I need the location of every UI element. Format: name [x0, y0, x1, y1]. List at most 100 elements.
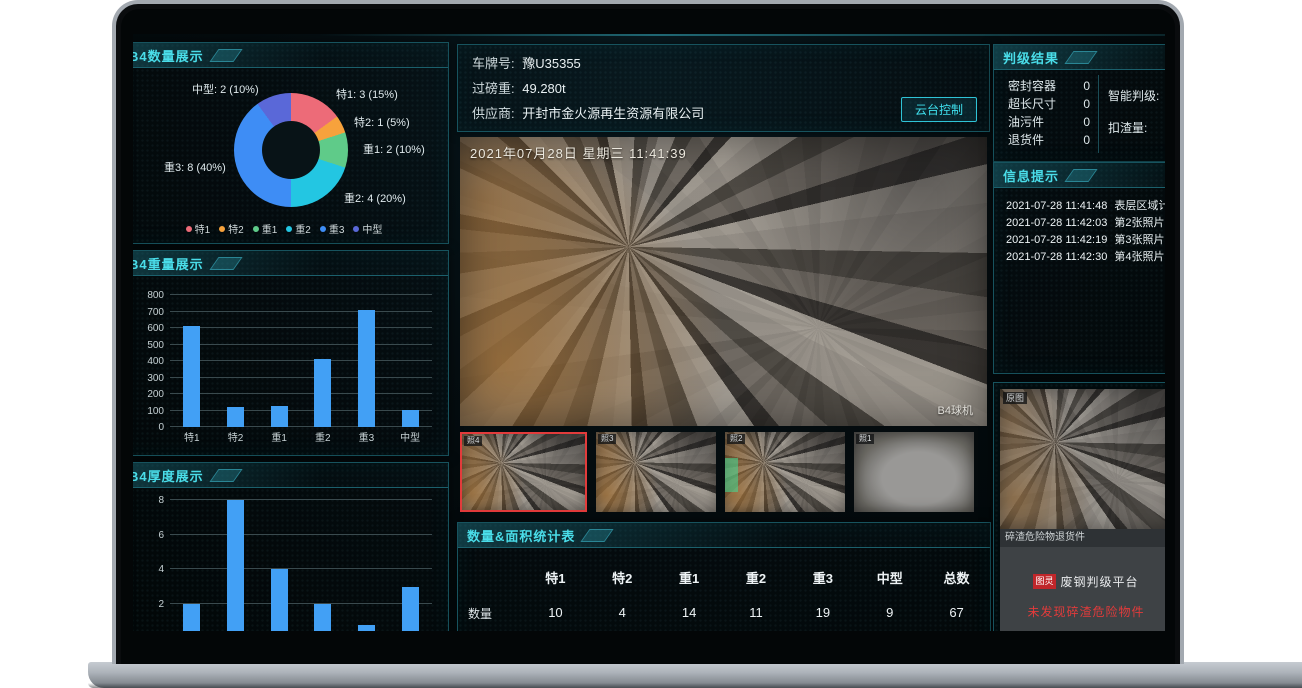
title-decoration — [1064, 169, 1097, 182]
x-axis-label: 特2 — [228, 429, 244, 444]
ptz-control-button[interactable]: 云台控制 — [901, 97, 977, 122]
bar — [227, 407, 244, 427]
legend-dot — [286, 226, 292, 232]
message-text: 第3张照片表层开始计算 — [1114, 234, 1165, 246]
title-decoration — [209, 469, 242, 482]
message-time: 2021-07-28 11:41:48 — [1006, 200, 1107, 212]
legend-label: 重2 — [295, 221, 311, 236]
stats-table-panel: 数量&面积统计表 特1特2重1重2重3中型总数数量104141119967面积 — [457, 522, 991, 631]
grade-row: 油污件 0 — [1008, 113, 1090, 131]
bar — [358, 310, 375, 427]
supplier-value: 开封市金火源再生资源有限公司 — [522, 106, 704, 121]
y-axis-tick-label: 200 — [134, 389, 164, 400]
table-cell — [589, 630, 656, 631]
thumbnail-strip: 照4照3 照2 照1 — [460, 432, 980, 514]
grade-row: 超长尺寸0 — [1008, 95, 1090, 113]
grade-extra-label: 智能判级: — [1108, 85, 1159, 107]
thumbnail-photo[interactable]: 照2 — [725, 432, 845, 512]
stats-table-title: 数量&面积统计表 — [458, 523, 990, 548]
legend-item[interactable]: 重3 — [320, 221, 345, 236]
grade-value: 0 — [1083, 131, 1090, 149]
message-text: 第4张照片表层开始计算 — [1114, 251, 1165, 263]
brand-row: 图灵 废钢判级平台 — [1033, 573, 1138, 590]
donut-callout: 特2: 1 (5%) — [354, 114, 410, 130]
grade-extra-label: 扣渣量: — [1108, 117, 1159, 139]
legend-item[interactable]: 中型 — [353, 221, 382, 236]
bar-slot — [227, 493, 244, 631]
donut-callout: 重3: 8 (40%) — [164, 159, 226, 175]
table-cell: 19 — [789, 597, 856, 630]
table-cell — [522, 630, 589, 631]
bar — [402, 587, 419, 631]
table-header-cell: 重1 — [656, 560, 723, 597]
bar-slot: 特1 — [183, 295, 200, 427]
stats-grid: 特1特2重1重2重3中型总数数量104141119967面积 — [458, 560, 990, 631]
y-axis-tick-label: 8 — [134, 495, 164, 506]
table-header-cell: 特2 — [589, 560, 656, 597]
weight-panel-title-text: B4重量展示 — [133, 254, 204, 273]
info-message-title-text: 信息提示 — [1003, 166, 1059, 185]
detection-alert-text: 未发现碎渣危险物件 — [1027, 603, 1144, 620]
table-cell: 9 — [856, 597, 923, 630]
grade-extra: 智能判级: 扣渣量: — [1108, 85, 1159, 139]
thumbnail-photo[interactable]: 照1 — [854, 432, 974, 512]
table-header-cell: 重2 — [723, 560, 790, 597]
title-decoration — [581, 529, 614, 542]
grade-list: 密封容器0超长尺寸0油污件0退货件0 — [1008, 77, 1090, 149]
legend-dot — [219, 226, 225, 232]
y-axis-tick-label: 4 — [134, 564, 164, 575]
grade-value: 0 — [1083, 113, 1090, 131]
grade-value: 0 — [1083, 95, 1090, 113]
grade-result-title-text: 判级结果 — [1003, 48, 1059, 67]
legend-item[interactable]: 重1 — [253, 221, 278, 236]
table-cell — [856, 630, 923, 631]
weight-plot: 0100200300400500600700800特1特2重1重2重3中型 — [134, 295, 440, 427]
plate-label: 车牌号: — [472, 56, 515, 71]
thumbnail-photo[interactable]: 照4 — [460, 432, 587, 512]
thumbnail-photo[interactable]: 照3 — [596, 432, 716, 512]
laptop-lid: B4数量展示 特1: 3 (15%)特2: 1 (5%)重1: 2 (10%)重… — [112, 0, 1184, 664]
legend-item[interactable]: 重2 — [286, 221, 311, 236]
plate-row: 车牌号: 豫U35355 — [458, 45, 989, 76]
grade-value: 0 — [1083, 77, 1090, 95]
weigh-value: 49.280t — [522, 81, 565, 96]
y-axis-tick-label: 600 — [134, 323, 164, 334]
laptop-base — [88, 662, 1302, 688]
table-cell — [723, 630, 790, 631]
message-row: 2021-07-28 11:42:30第4张照片表层开始计算 — [1006, 249, 1165, 266]
thickness-panel: B4厚度展示 2468 — [133, 462, 449, 631]
quantity-panel: B4数量展示 特1: 3 (15%)特2: 1 (5%)重1: 2 (10%)重… — [133, 42, 449, 244]
bar-slot: 中型 — [402, 295, 419, 427]
detection-source-image[interactable]: 原图 — [1000, 389, 1165, 529]
supplier-label: 供应商: — [472, 106, 515, 121]
dashboard: B4数量展示 特1: 3 (15%)特2: 1 (5%)重1: 2 (10%)重… — [133, 34, 1165, 631]
bar — [358, 625, 375, 631]
bar-slot — [358, 493, 375, 631]
donut-callout: 中型: 2 (10%) — [192, 81, 259, 97]
legend-item[interactable]: 特1 — [186, 221, 211, 236]
bar — [271, 406, 288, 427]
bar-slot: 重1 — [271, 295, 288, 427]
legend-label: 重1 — [262, 221, 278, 236]
weigh-label: 过磅重: — [472, 81, 515, 96]
grade-label: 退货件 — [1008, 131, 1044, 149]
bar — [271, 569, 288, 631]
bar-slot — [183, 493, 200, 631]
thumbnail-tag: 照2 — [727, 434, 745, 444]
grade-label: 油污件 — [1008, 113, 1044, 131]
table-cell: 11 — [723, 597, 790, 630]
table-cell — [923, 630, 990, 631]
message-row: 2021-07-28 11:42:19第3张照片表层开始计算 — [1006, 232, 1165, 249]
table-row-label: 面积 — [458, 630, 522, 631]
main-camera-photo[interactable]: 2021年07月28日 星期三 11:41:39 B4球机 — [460, 137, 987, 426]
legend-dot — [253, 226, 259, 232]
legend-item[interactable]: 特2 — [219, 221, 244, 236]
weight-panel: B4重量展示 0100200300400500600700800特1特2重1重2… — [133, 250, 449, 456]
divider — [1098, 75, 1099, 153]
bar-slot — [314, 493, 331, 631]
y-axis-tick-label: 800 — [134, 290, 164, 301]
table-cell: 4 — [589, 597, 656, 630]
brand-platform-name: 废钢判级平台 — [1061, 573, 1139, 590]
title-decoration — [209, 49, 242, 62]
bar — [314, 604, 331, 631]
